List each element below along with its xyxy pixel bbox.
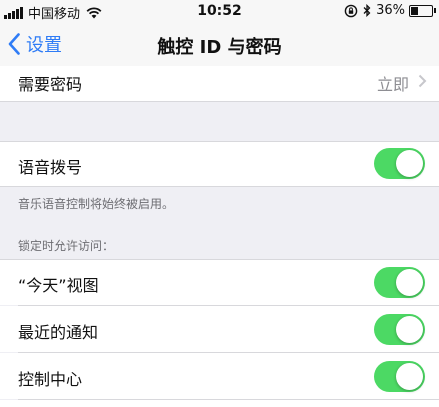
voice-dial-toggle[interactable] (374, 148, 425, 179)
toggle-knob (396, 150, 423, 177)
voice-dial-footer: 音乐语音控制将始终被启用。 (18, 197, 175, 211)
next-row (0, 400, 439, 407)
control-center-toggle[interactable] (374, 361, 425, 392)
require-passcode-value: 立即 (376, 75, 409, 94)
allow-access-header: 锁定时允许访问： (18, 239, 115, 253)
page-title: 触控 ID 与密码 (157, 37, 282, 58)
today-view-label: “今天”视图 (18, 276, 99, 295)
status-right: 36% (344, 3, 436, 18)
navigation-bar: 设置 触控 ID 与密码 (0, 22, 439, 66)
require-passcode-row[interactable]: 需要密码 立即 (0, 66, 439, 101)
recent-notifications-toggle[interactable] (374, 314, 425, 345)
voice-dial-row: 语音拨号 (0, 142, 439, 186)
toggle-knob (396, 316, 423, 343)
battery-icon (409, 4, 436, 17)
recent-notifications-row: 最近的通知 (0, 306, 439, 352)
require-passcode-label: 需要密码 (18, 75, 83, 94)
divider (0, 186, 439, 187)
recent-notifications-label: 最近的通知 (18, 323, 99, 342)
status-bar: 中国移动 10:52 36% (0, 0, 439, 22)
control-center-row: 控制中心 (0, 353, 439, 399)
today-view-toggle[interactable] (374, 267, 425, 298)
toggle-knob (396, 363, 423, 390)
rotation-lock-icon (344, 4, 358, 17)
bluetooth-icon (363, 4, 371, 17)
today-view-row: “今天”视图 (0, 260, 439, 305)
voice-dial-label: 语音拨号 (18, 158, 83, 177)
toggle-knob (396, 269, 423, 296)
divider (0, 101, 439, 102)
control-center-label: 控制中心 (18, 370, 83, 389)
chevron-right-icon (418, 74, 427, 88)
battery-percent: 36% (376, 3, 405, 18)
battery-fill (411, 6, 419, 15)
